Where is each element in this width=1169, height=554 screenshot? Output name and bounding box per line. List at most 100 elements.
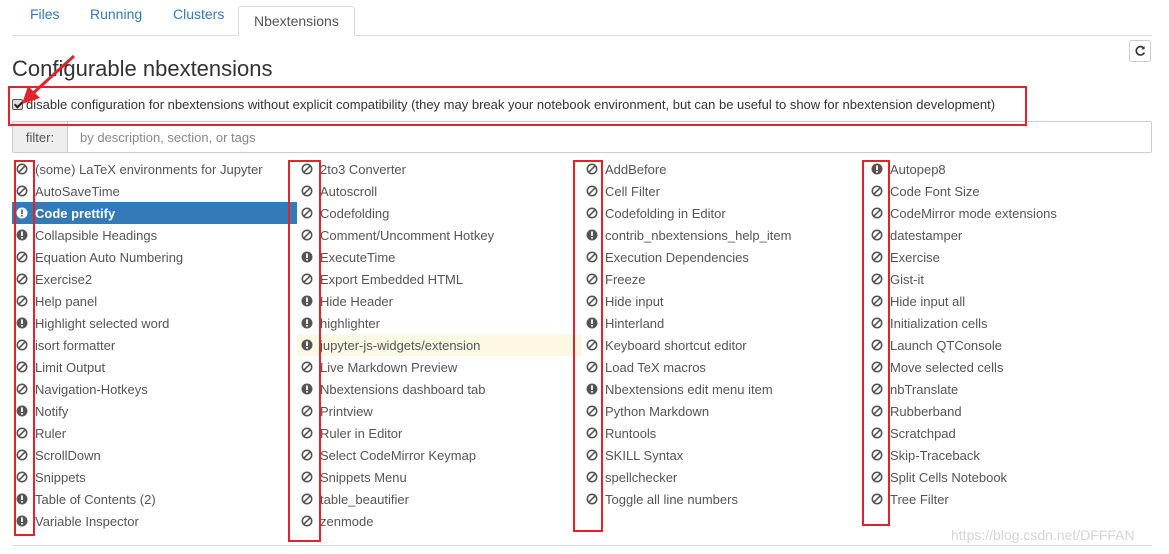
extension-item[interactable]: Hinterland [582,312,867,334]
tab-nbextensions[interactable]: Nbextensions [238,6,355,36]
compat-checkbox[interactable] [12,98,23,110]
ban-icon [871,251,883,263]
extension-item[interactable]: ExecuteTime [297,246,582,268]
extension-item-label: Move selected cells [890,359,1004,375]
extension-item[interactable]: Python Markdown [582,400,867,422]
extension-item[interactable]: AutoSaveTime [12,180,297,202]
extension-item[interactable]: Freeze [582,268,867,290]
extension-item[interactable]: Launch QTConsole [867,334,1152,356]
extension-item[interactable]: table_beautifier [297,488,582,510]
extension-item[interactable]: zenmode [297,510,582,532]
extension-item-label: jupyter-js-widgets/extension [320,337,481,353]
extension-item[interactable]: Cell Filter [582,180,867,202]
extension-item[interactable]: Hide Header [297,290,582,312]
extension-item[interactable]: Keyboard shortcut editor [582,334,867,356]
extension-item[interactable]: CodeMirror mode extensions [867,202,1152,224]
extension-item[interactable]: Rubberband [867,400,1152,422]
extension-item[interactable]: Load TeX macros [582,356,867,378]
ban-icon [586,163,598,175]
filter-input[interactable] [68,122,1151,152]
extension-item[interactable]: Toggle all line numbers [582,488,867,510]
extension-item[interactable]: SKILL Syntax [582,444,867,466]
extension-item-label: Skip-Traceback [890,447,980,463]
extension-item[interactable]: Tree Filter [867,488,1152,510]
ban-icon [16,471,28,483]
extension-item[interactable]: Gist-it [867,268,1152,290]
extension-item[interactable]: Codefolding in Editor [582,202,867,224]
extension-item[interactable]: highlighter [297,312,582,334]
extension-item[interactable]: Hide input [582,290,867,312]
extension-item[interactable]: Collapsible Headings [12,224,297,246]
extension-item[interactable]: 2to3 Converter [297,158,582,180]
extension-item[interactable]: Split Cells Notebook [867,466,1152,488]
extension-item[interactable]: Export Embedded HTML [297,268,582,290]
extension-item[interactable]: (some) LaTeX environments for Jupyter [12,158,297,180]
extension-item[interactable]: Highlight selected word [12,312,297,334]
ban-icon [301,361,313,373]
extension-item[interactable]: datestamper [867,224,1152,246]
extension-item[interactable]: Codefolding [297,202,582,224]
extension-item-label: Comment/Uncomment Hotkey [320,227,495,243]
extension-column-3: AddBefore Cell Filter Codefolding in Edito… [582,158,867,510]
extension-item[interactable]: Exercise [867,246,1152,268]
extension-item[interactable]: contrib_nbextensions_help_item [582,224,867,246]
ban-icon [301,229,313,241]
extension-item[interactable]: Execution Dependencies [582,246,867,268]
ban-icon [586,273,598,285]
extension-item[interactable]: Exercise2 [12,268,297,290]
extension-item-label: Notify [35,403,69,419]
extension-item[interactable]: Limit Output [12,356,297,378]
extension-item[interactable]: Hide input all [867,290,1152,312]
extension-item-label: Export Embedded HTML [320,271,464,287]
refresh-button[interactable] [1129,40,1151,62]
extension-item[interactable]: Skip-Traceback [867,444,1152,466]
extension-item[interactable]: isort formatter [12,334,297,356]
compat-checkbox-label: disable configuration for nbextensions w… [26,96,996,112]
ban-icon [586,405,598,417]
extension-item[interactable]: nbTranslate [867,378,1152,400]
extension-item[interactable]: Code prettify [12,202,297,224]
extension-item[interactable]: Ruler [12,422,297,444]
extension-item[interactable]: jupyter-js-widgets/extension [297,334,582,356]
extension-item[interactable]: Nbextensions dashboard tab [297,378,582,400]
extension-item[interactable]: Autopep8 [867,158,1152,180]
extension-item[interactable]: spellchecker [582,466,867,488]
extension-item[interactable]: ScrollDown [12,444,297,466]
ban-icon [16,163,28,175]
extension-item[interactable]: Runtools [582,422,867,444]
extension-item[interactable]: Ruler in Editor [297,422,582,444]
extension-item[interactable]: Snippets Menu [297,466,582,488]
extension-item[interactable]: Help panel [12,290,297,312]
extension-item[interactable]: Scratchpad [867,422,1152,444]
extension-item[interactable]: Variable Inspector [12,510,297,532]
extension-item-label: Code prettify [35,205,116,221]
extension-item-label: Code Font Size [890,183,980,199]
extension-item[interactable]: Table of Contents (2) [12,488,297,510]
extension-column-1: (some) LaTeX environments for Jupyter Aut… [12,158,297,532]
exclamation-circle-icon [871,163,883,175]
extension-item-label: Table of Contents (2) [35,491,156,507]
tab-running[interactable]: Running [75,0,157,29]
extension-item[interactable]: Printview [297,400,582,422]
extension-item[interactable]: Notify [12,400,297,422]
ban-icon [16,449,28,461]
extension-item[interactable]: Autoscroll [297,180,582,202]
extension-item[interactable]: Navigation-Hotkeys [12,378,297,400]
extension-item[interactable]: AddBefore [582,158,867,180]
extension-item[interactable]: Snippets [12,466,297,488]
tab-clusters[interactable]: Clusters [158,0,239,29]
extension-item[interactable]: Initialization cells [867,312,1152,334]
extension-item-label: Live Markdown Preview [320,359,458,375]
extension-item-label: Load TeX macros [605,359,706,375]
ban-icon [16,339,28,351]
extension-item[interactable]: Nbextensions edit menu item [582,378,867,400]
extension-item[interactable]: Select CodeMirror Keymap [297,444,582,466]
extension-item[interactable]: Comment/Uncomment Hotkey [297,224,582,246]
extension-item[interactable]: Code Font Size [867,180,1152,202]
exclamation-circle-icon [301,339,313,351]
tab-files[interactable]: Files [15,0,75,29]
extension-item-label: Codefolding [320,205,390,221]
extension-item[interactable]: Live Markdown Preview [297,356,582,378]
extension-item[interactable]: Equation Auto Numbering [12,246,297,268]
extension-item[interactable]: Move selected cells [867,356,1152,378]
